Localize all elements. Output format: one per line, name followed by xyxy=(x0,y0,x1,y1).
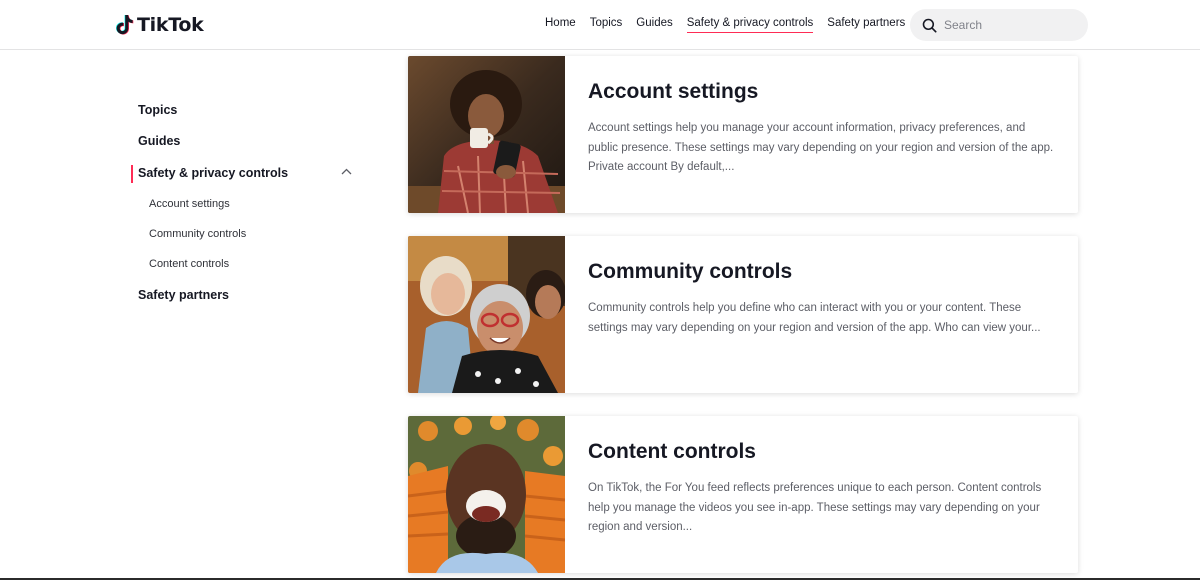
sidebar-item-topics[interactable]: Topics xyxy=(138,103,177,117)
card-title[interactable]: Content controls xyxy=(588,440,756,464)
sidebar-item-safety-partners[interactable]: Safety partners xyxy=(138,288,229,302)
card-title[interactable]: Account settings xyxy=(588,80,758,104)
sidebar-item-guides[interactable]: Guides xyxy=(138,134,180,148)
nav-home[interactable]: Home xyxy=(545,17,576,33)
logo-text: TikTok xyxy=(137,14,204,36)
card-title[interactable]: Community controls xyxy=(588,260,792,284)
sidebar: Topics Guides Safety & privacy controls … xyxy=(0,50,380,580)
chevron-up-icon[interactable] xyxy=(341,168,352,175)
card-description: On TikTok, the For You feed reflects pre… xyxy=(588,482,1042,533)
card-image-woman-with-phone xyxy=(408,56,565,213)
sidebar-item-safety-privacy-controls[interactable]: Safety & privacy controls xyxy=(138,166,288,180)
sidebar-subitem-content-controls[interactable]: Content controls xyxy=(149,258,229,270)
sidebar-subitem-community-controls[interactable]: Community controls xyxy=(149,228,246,240)
nav-safety-partners[interactable]: Safety partners xyxy=(827,17,905,33)
search-input[interactable] xyxy=(944,18,1074,32)
nav-guides[interactable]: Guides xyxy=(636,17,672,33)
card-image-laughing-man xyxy=(408,416,565,573)
sidebar-active-indicator xyxy=(131,165,133,183)
nav-topics[interactable]: Topics xyxy=(590,17,623,33)
tiktok-logo[interactable]: TikTok xyxy=(116,13,204,37)
card-content-controls[interactable]: Content controls On TikTok, the For You … xyxy=(408,416,1078,573)
card-account-settings[interactable]: Account settings Account settings help y… xyxy=(408,56,1078,213)
tiktok-note-icon xyxy=(116,15,134,35)
card-image-group-of-friends xyxy=(408,236,565,393)
search-box[interactable] xyxy=(910,9,1088,41)
nav-safety-privacy-controls[interactable]: Safety & privacy controls xyxy=(686,17,814,33)
site-header: TikTok Home Topics Guides Safety & priva… xyxy=(0,0,1200,50)
card-community-controls[interactable]: Community controls Community controls he… xyxy=(408,236,1078,393)
main-nav: Home Topics Guides Safety & privacy cont… xyxy=(545,17,905,33)
card-description: Community controls help you define who c… xyxy=(588,302,1041,334)
card-description: Account settings help you manage your ac… xyxy=(588,122,1054,173)
search-icon xyxy=(922,18,937,33)
sidebar-subitem-account-settings[interactable]: Account settings xyxy=(149,198,230,210)
